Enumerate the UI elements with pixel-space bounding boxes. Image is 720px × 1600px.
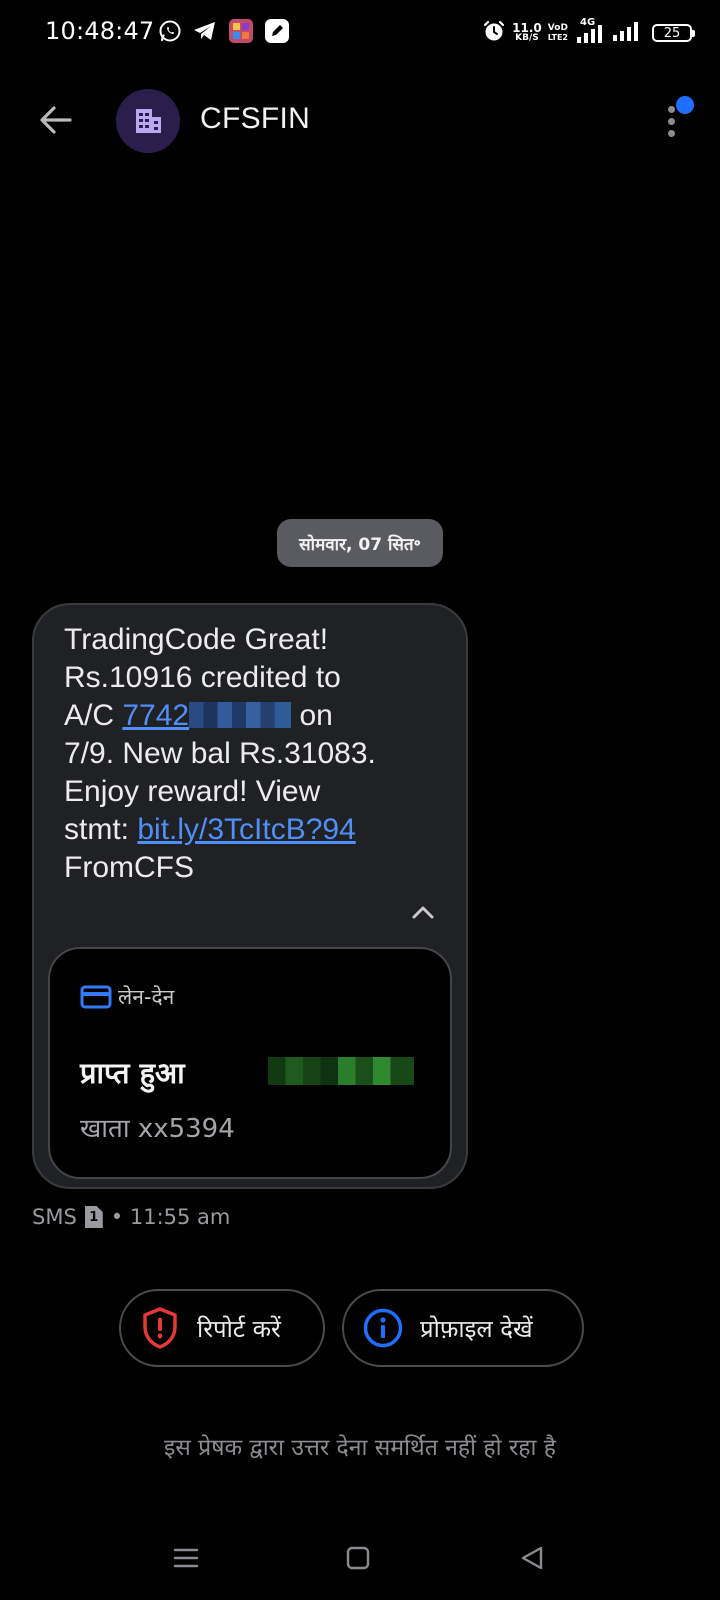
collapse-button[interactable] <box>406 897 440 927</box>
message-line: Rs.10916 credited to <box>64 661 341 694</box>
statement-link[interactable]: bit.ly/3TcItcB?94 <box>137 813 355 846</box>
transaction-account: खाता xx5394 <box>80 1114 235 1144</box>
status-right-icons: 11.0 KB/S VoD LTE2 4G 25 <box>482 17 695 48</box>
message-line: Enjoy reward! View <box>64 775 321 808</box>
back-arrow-icon <box>40 106 72 134</box>
system-nav-bar <box>0 1520 720 1590</box>
message-line: 7/9. New bal Rs.31083. <box>64 737 376 770</box>
info-icon <box>360 1305 406 1351</box>
profile-label: प्रोफ़ाइल देखें <box>420 1314 533 1343</box>
edit-app-icon <box>264 18 290 48</box>
account-number-link[interactable]: 7742 <box>122 697 292 735</box>
status-bar: 10:48:47 11.0 KB/S VoD LTE2 4G 25 <box>0 0 720 64</box>
message-channel: SMS <box>32 1205 77 1229</box>
back-button[interactable] <box>34 98 78 142</box>
whatsapp-icon <box>158 19 182 47</box>
message-line: FromCFS <box>64 851 194 884</box>
reply-not-supported-note: इस प्रेषक द्वारा उत्तर देना समर्थित नहीं… <box>163 1435 557 1461</box>
net-speed: 11.0 KB/S <box>512 21 542 43</box>
menu-icon <box>173 1548 199 1568</box>
message-line: TradingCode Great! <box>64 623 329 656</box>
message-line: A/C 7742 on <box>64 697 444 735</box>
overflow-menu-button[interactable] <box>652 96 694 150</box>
telegram-icon <box>192 19 218 47</box>
date-chip: सोमवार, 07 सित॰ <box>277 519 443 567</box>
nav-back-button[interactable] <box>512 1538 552 1578</box>
status-time: 10:48:47 <box>45 17 155 45</box>
avatar[interactable] <box>116 89 180 153</box>
game-app-icon <box>228 18 254 48</box>
credit-card-icon <box>80 985 112 1009</box>
status-app-icons <box>158 18 290 48</box>
contact-name[interactable]: CFSFIN <box>200 102 310 136</box>
nav-home-button[interactable] <box>338 1538 378 1578</box>
more-vert-icon <box>668 106 676 142</box>
message-line: stmt: bit.ly/3TcItcB?94 <box>64 813 356 846</box>
alarm-icon <box>482 19 506 47</box>
shield-alert-icon <box>137 1305 183 1351</box>
signal-4g-icon: 4G <box>574 17 604 45</box>
square-icon <box>346 1546 370 1570</box>
redacted-amount <box>268 1057 414 1085</box>
transaction-type: लेन-देन <box>80 983 174 1011</box>
report-label: रिपोर्ट करें <box>197 1314 281 1343</box>
message-time: • 11:55 am <box>110 1205 231 1229</box>
building-icon <box>136 109 161 133</box>
battery-indicator: 25 <box>652 24 695 42</box>
chevron-up-icon <box>412 906 434 919</box>
message-meta: SMS 1 • 11:55 am <box>32 1205 230 1229</box>
view-profile-button[interactable]: प्रोफ़ाइल देखें <box>342 1289 584 1367</box>
report-button[interactable]: रिपोर्ट करें <box>119 1289 325 1367</box>
nav-recents-button[interactable] <box>166 1538 206 1578</box>
signal-icon <box>610 19 640 47</box>
volte-indicator: VoD LTE2 <box>547 23 568 42</box>
triangle-back-icon <box>521 1546 543 1570</box>
conversation-header: CFSFIN <box>0 80 720 160</box>
sim-card-icon: 1 <box>84 1206 103 1228</box>
transaction-card[interactable]: लेन-देन प्राप्त हुआ खाता xx5394 <box>48 947 452 1179</box>
notification-dot <box>676 96 694 114</box>
message-bubble[interactable]: TradingCode Great! Rs.10916 credited to … <box>32 603 468 1189</box>
redacted-digits <box>189 702 292 728</box>
message-body: TradingCode Great! Rs.10916 credited to … <box>64 621 444 887</box>
transaction-status: प्राप्त हुआ <box>80 1056 185 1090</box>
